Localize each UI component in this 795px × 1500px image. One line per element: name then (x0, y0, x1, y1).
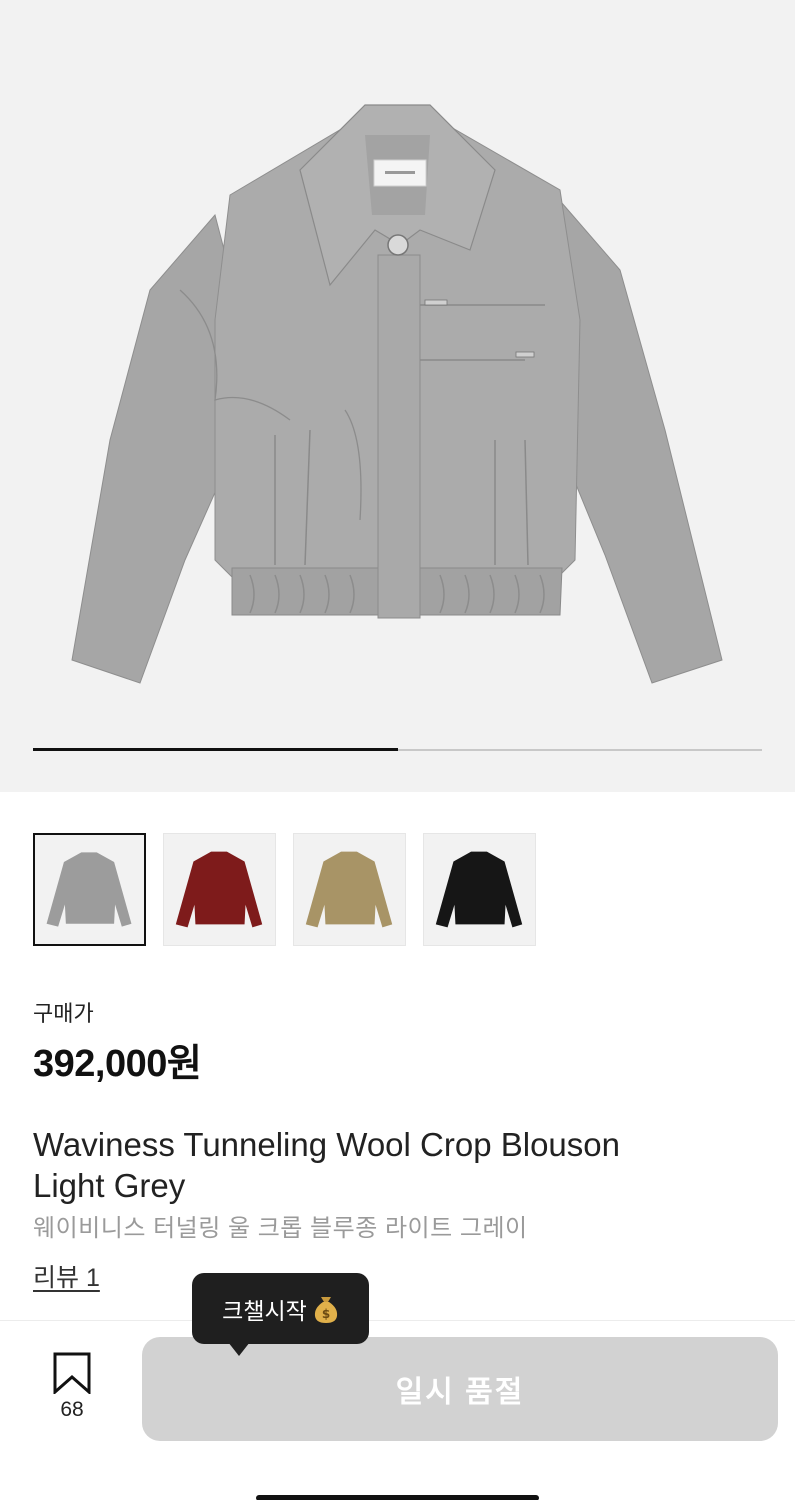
price-label: 구매가 (33, 1001, 94, 1026)
carousel-progress-track (33, 748, 762, 751)
home-indicator (256, 1495, 539, 1500)
product-title-line-2: Light Grey (33, 1167, 186, 1204)
svg-text:$: $ (322, 1307, 330, 1321)
bookmark-icon (53, 1352, 91, 1394)
jacket-thumbnail-icon (175, 851, 263, 928)
color-thumbnails (33, 833, 536, 946)
product-title-ko: 웨이비니스 터널링 울 크롭 블루종 라이트 그레이 (33, 1215, 528, 1242)
tooltip-tail (228, 1342, 250, 1356)
product-title-line-1: Waviness Tunneling Wool Crop Blouson (33, 1126, 620, 1163)
thumbnail-burgundy[interactable] (163, 833, 276, 946)
carousel-progress-fill (33, 748, 398, 751)
product-price: 392,000원 (33, 1043, 202, 1085)
money-bag-icon: $ (314, 1296, 337, 1323)
product-image-carousel[interactable] (0, 0, 795, 792)
product-title-en: Waviness Tunneling Wool Crop Blouson Lig… (33, 1124, 733, 1206)
jacket-thumbnail-icon (435, 851, 523, 928)
tooltip-text: 크챌시작 (222, 1297, 307, 1324)
review-link[interactable]: 리뷰 1 (33, 1258, 100, 1294)
bookmark-count: 68 (60, 1398, 84, 1421)
product-jacket-image (71, 104, 723, 684)
jacket-thumbnail-icon (305, 851, 393, 928)
thumbnail-khaki[interactable] (293, 833, 406, 946)
challenge-tooltip[interactable]: 크챌시작 $ (192, 1273, 369, 1344)
thumbnail-light-grey[interactable] (33, 833, 146, 946)
jacket-thumbnail-icon (46, 852, 132, 927)
thumbnail-black[interactable] (423, 833, 536, 946)
bookmark-button[interactable]: 68 (46, 1352, 98, 1422)
